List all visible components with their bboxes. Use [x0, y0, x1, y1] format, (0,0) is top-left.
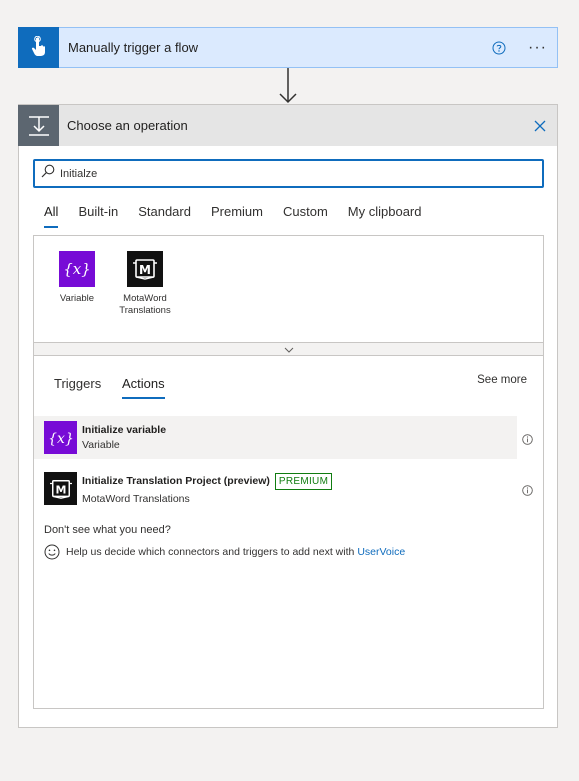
tab-premium[interactable]: Premium [211, 204, 263, 228]
tab-all[interactable]: All [44, 204, 59, 228]
motaword-icon: M [127, 251, 163, 287]
choose-operation-panel: Choose an operation All Built-in Standar… [18, 104, 558, 728]
see-more-link[interactable]: See more [477, 374, 527, 386]
uservoice-link[interactable]: UserVoice [357, 546, 405, 558]
expand-bar[interactable] [34, 342, 543, 356]
connector-tile-variable[interactable]: {x} Variable [56, 251, 98, 342]
dont-see-heading: Don't see what you need? [44, 524, 171, 536]
action-connector: MotaWord Translations [82, 492, 190, 505]
svg-text:M: M [55, 483, 66, 496]
search-icon [41, 164, 55, 183]
tab-actions[interactable]: Actions [122, 376, 165, 399]
tab-my-clipboard[interactable]: My clipboard [348, 204, 422, 228]
variable-icon: {x} [44, 421, 77, 454]
down-arrow-icon [278, 68, 298, 105]
operation-header: Choose an operation [18, 105, 557, 146]
question-circle-icon[interactable] [492, 41, 506, 55]
connector-tile-motaword[interactable]: M MotaWord Translations [119, 251, 171, 342]
connector-label: Variable [59, 293, 95, 304]
operation-title: Choose an operation [67, 118, 188, 133]
connector-label: MotaWord Translations [119, 293, 171, 316]
motaword-icon: M [44, 472, 77, 505]
help-row: Help us decide which connectors and trig… [44, 544, 405, 560]
more-dots-icon[interactable]: ··· [528, 39, 547, 56]
filter-tabs: All Built-in Standard Premium Custom My … [44, 204, 441, 228]
tab-triggers[interactable]: Triggers [54, 376, 101, 391]
smiley-icon [44, 544, 60, 560]
trigger-card[interactable]: Manually trigger a flow ··· [18, 26, 558, 68]
connectors-row: {x} Variable M MotaWord Translations [34, 236, 543, 342]
svg-text:{x}: {x} [48, 431, 74, 447]
action-item-initialize-translation-project[interactable]: M Initialize Translation Project (previe… [34, 467, 543, 510]
variable-icon: {x} [59, 251, 95, 287]
info-icon[interactable] [522, 483, 533, 496]
action-tabs: Triggers Actions See more [34, 356, 543, 416]
trigger-title: Manually trigger a flow [68, 40, 199, 55]
tab-standard[interactable]: Standard [138, 204, 191, 228]
close-icon[interactable] [533, 119, 547, 133]
action-name: Initialize variable [82, 424, 167, 436]
info-icon[interactable] [522, 432, 533, 445]
premium-badge: PREMIUM [274, 472, 333, 490]
svg-text:M: M [139, 263, 151, 277]
svg-text:{x}: {x} [63, 260, 91, 278]
tab-built-in[interactable]: Built-in [78, 204, 118, 228]
action-item-initialize-variable[interactable]: {x} Initialize variable Variable [34, 416, 533, 459]
action-connector: Variable [82, 439, 120, 451]
results-frame: {x} Variable M MotaWord Translations Tri… [33, 235, 544, 709]
hand-pointer-icon [18, 26, 59, 68]
operation-icon [18, 105, 59, 146]
tab-custom[interactable]: Custom [283, 204, 328, 228]
search-box[interactable] [33, 159, 544, 188]
help-text: Help us decide which connectors and trig… [66, 546, 355, 558]
search-input[interactable] [60, 167, 500, 180]
action-name: Initialize Translation Project (preview) [82, 475, 270, 487]
